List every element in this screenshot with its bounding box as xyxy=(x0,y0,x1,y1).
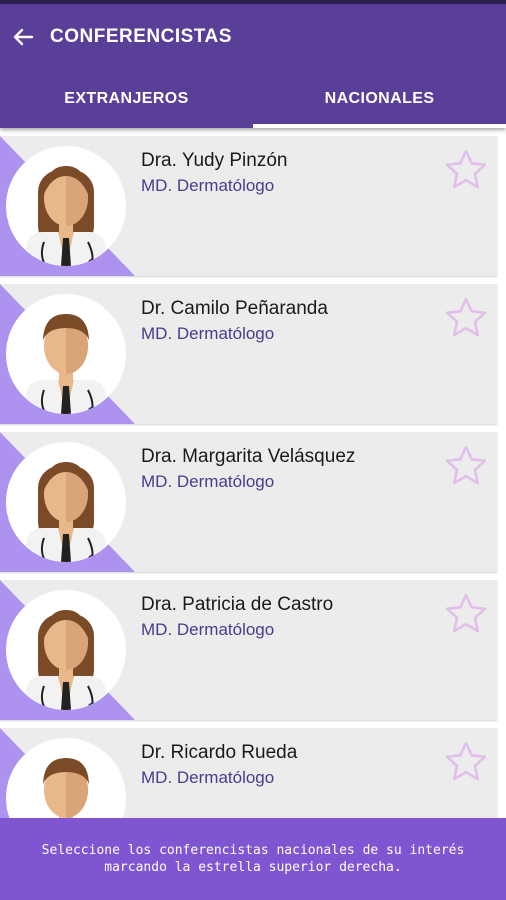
speaker-specialty: MD. Dermatólogo xyxy=(141,472,275,491)
speaker-specialty: MD. Dermatólogo xyxy=(141,324,275,343)
speaker-card[interactable]: Dra. Yudy Pinzón MD. Dermatólogo xyxy=(0,136,497,276)
tab-bar: EXTRANJEROS NACIONALES xyxy=(0,70,506,128)
tab-extranjeros[interactable]: EXTRANJEROS xyxy=(0,70,253,128)
tab-nacionales[interactable]: NACIONALES xyxy=(253,70,506,128)
instruction-line-1: Seleccione los conferencistas nacionales… xyxy=(41,843,465,858)
speaker-specialty: MD. Dermatólogo xyxy=(141,620,275,639)
avatar xyxy=(6,294,126,414)
avatar xyxy=(6,442,126,562)
doctor-female-icon xyxy=(26,166,106,266)
speaker-name: Dr. Camilo Peñaranda xyxy=(141,298,328,319)
speaker-specialty: MD. Dermatólogo xyxy=(141,176,275,195)
favorite-star-icon[interactable] xyxy=(444,148,488,192)
doctor-male-icon xyxy=(26,314,106,414)
tab-label: NACIONALES xyxy=(324,90,435,107)
speaker-name: Dra. Margarita Velásquez xyxy=(141,446,356,467)
speaker-name: Dr. Ricardo Rueda xyxy=(141,742,298,763)
speaker-name: Dra. Yudy Pinzón xyxy=(141,150,288,171)
tab-label: EXTRANJEROS xyxy=(64,90,189,107)
speaker-card[interactable]: Dra. Patricia de Castro MD. Dermatólogo xyxy=(0,580,497,720)
instruction-footer: Seleccione los conferencistas nacionales… xyxy=(0,818,506,900)
instruction-text: Seleccione los conferencistas nacionales… xyxy=(42,842,465,876)
instruction-line-2: marcando la estrella superior derecha. xyxy=(104,860,402,875)
avatar xyxy=(6,146,126,266)
speaker-name: Dra. Patricia de Castro xyxy=(141,594,334,615)
doctor-female-icon xyxy=(26,610,106,710)
page-title: CONFERENCISTAS xyxy=(50,26,232,47)
back-button[interactable] xyxy=(0,4,46,70)
app-bar: CONFERENCISTAS xyxy=(0,4,506,70)
speaker-card[interactable]: Dr. Camilo Peñaranda MD. Dermatólogo xyxy=(0,284,497,424)
speaker-specialty: MD. Dermatólogo xyxy=(141,768,275,787)
favorite-star-icon[interactable] xyxy=(444,740,488,784)
avatar xyxy=(6,590,126,710)
favorite-star-icon[interactable] xyxy=(444,296,488,340)
doctor-female-icon xyxy=(26,462,106,562)
speaker-card[interactable]: Dr. Ricardo Rueda MD. Dermatólogo xyxy=(0,728,497,818)
favorite-star-icon[interactable] xyxy=(444,592,488,636)
arrow-left-icon xyxy=(13,28,34,46)
speaker-list[interactable]: Dra. Yudy Pinzón MD. Dermatólogo Dr. Cam… xyxy=(0,128,506,818)
speaker-card[interactable]: Dra. Margarita Velásquez MD. Dermatólogo xyxy=(0,432,497,572)
favorite-star-icon[interactable] xyxy=(444,444,488,488)
